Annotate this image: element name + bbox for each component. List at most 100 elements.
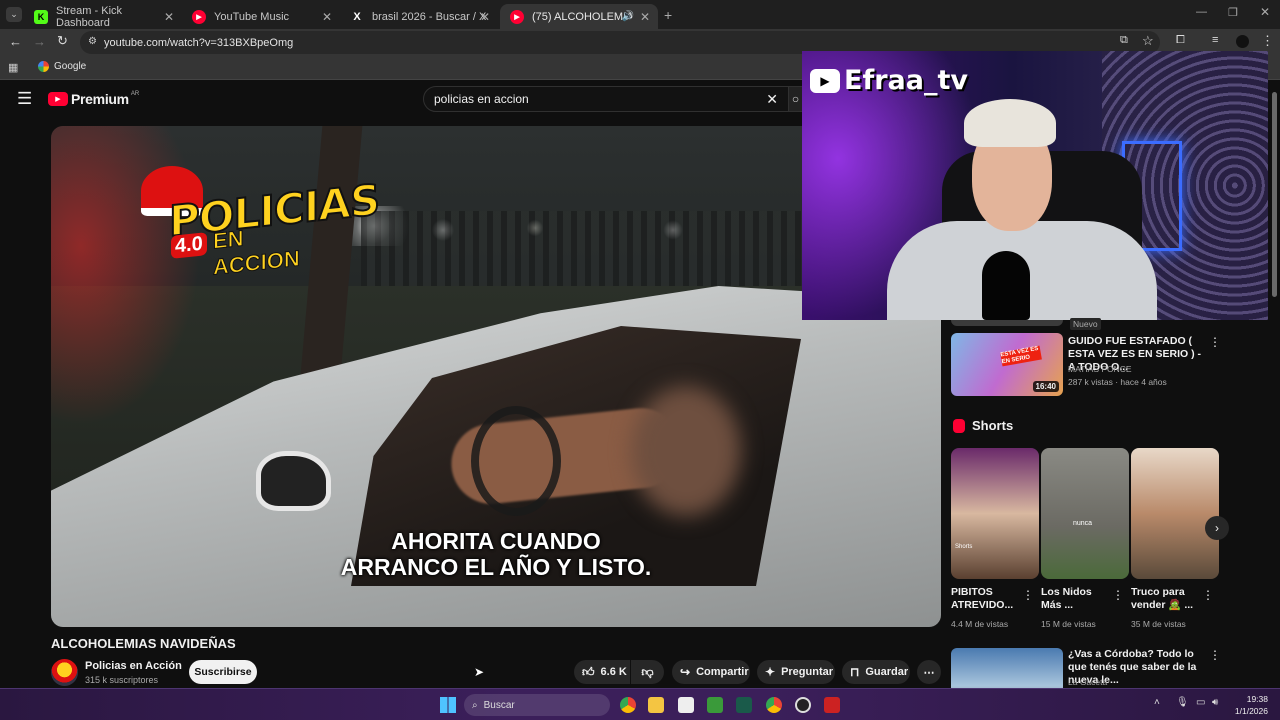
dislike-button[interactable]: 👎︎ [631, 660, 664, 684]
close-tab-icon[interactable]: ✕ [480, 10, 490, 24]
logo-text: Premium [71, 91, 129, 107]
share-button[interactable]: ↪ Compartir [672, 660, 750, 684]
tray-chevron-icon[interactable]: ˄ [1154, 697, 1160, 708]
minecraft-icon[interactable] [707, 697, 723, 713]
minimize-button[interactable]: — [1196, 6, 1207, 18]
media-control-icon[interactable]: ≡ [1212, 34, 1218, 46]
short-item[interactable]: Truco para vender 🧟 ... 35 M de vistas ⋮ [1131, 448, 1219, 633]
shorts-next-button[interactable]: › [1205, 516, 1229, 540]
browser-menu-icon[interactable]: ⋮ [1261, 33, 1274, 49]
search-label: Buscar [483, 699, 515, 711]
channel-avatar[interactable] [51, 659, 78, 686]
baseball-cap [964, 99, 1056, 147]
speaker-icon[interactable]: 🔊 [622, 11, 634, 22]
more-options-icon[interactable]: ⋮ [1202, 588, 1214, 602]
sidebar-video-item[interactable]: ¿Vas a Córdoba? Todo lo que tenés que sa… [951, 648, 1231, 688]
thumbs-up-icon: 👍︎ [582, 664, 595, 679]
network-icon[interactable]: ▭ [1196, 697, 1205, 708]
tab-kick[interactable]: K Stream - Kick Dashboard ✕ [24, 4, 182, 29]
ask-button[interactable]: ✦ Preguntar [757, 660, 835, 684]
restore-button[interactable]: ❐ [1228, 6, 1238, 19]
browser-tab-bar: ⌄ K Stream - Kick Dashboard ✕ ▶ YouTube … [0, 0, 1280, 29]
more-options-icon[interactable]: ⋮ [1022, 588, 1034, 602]
file-explorer-icon[interactable] [648, 697, 664, 713]
bookmark-star-icon[interactable]: ☆ [1142, 33, 1154, 49]
chrome-icon[interactable] [620, 697, 636, 713]
search-button[interactable]: ○ [789, 86, 803, 112]
taskbar-search[interactable]: ⌕ Buscar [464, 694, 610, 716]
windows-start-icon[interactable] [440, 697, 456, 713]
clear-search-icon[interactable]: ✕ [766, 91, 778, 108]
tab-x[interactable]: X brasil 2026 - Buscar / X ✕ [340, 4, 498, 29]
reload-icon[interactable]: ↻ [57, 33, 68, 49]
profile-avatar[interactable] [1236, 35, 1249, 48]
more-options-icon[interactable]: ⋮ [1209, 648, 1221, 662]
blurred-face [631, 386, 741, 516]
like-count: 6.6 K [600, 666, 627, 678]
extensions-icon[interactable]: ⧠ [1176, 34, 1185, 47]
save-button[interactable]: ⊓ Guardar [842, 660, 910, 684]
menu-icon[interactable]: ☰ [17, 89, 32, 109]
close-tab-icon[interactable]: ✕ [164, 10, 174, 24]
short-tag: Shorts [955, 544, 973, 550]
more-actions-button[interactable]: ⋯ [917, 660, 941, 684]
more-options-icon[interactable]: ⋮ [1112, 588, 1124, 602]
channel-name: MATIAS PONCE [1068, 364, 1132, 374]
steering-wheel [471, 406, 561, 516]
clock-date[interactable]: 1/1/2026 [1230, 706, 1268, 716]
duration-badge: 16:40 [1032, 381, 1059, 392]
tab-list-dropdown[interactable]: ⌄ [6, 7, 22, 22]
short-views: 15 M de vistas [1041, 619, 1096, 629]
short-thumbnail: Shorts [951, 448, 1039, 579]
tab-youtube-video[interactable]: ▶ (75) ALCOHOLEMIAS NAVID 🔊 ✕ [500, 4, 658, 29]
streamer-tag: ▶ Efraa_tv [810, 65, 968, 96]
shorts-icon [953, 418, 965, 433]
back-icon[interactable]: ← [9, 34, 22, 49]
channel-name[interactable]: Policias en Acción [85, 660, 182, 672]
chrome-profile-icon[interactable] [766, 697, 782, 713]
tab-youtube-music[interactable]: ▶ YouTube Music ✕ [182, 4, 340, 29]
obs-icon[interactable] [795, 697, 811, 713]
video-title: ALCOHOLEMIAS NAVIDEÑAS [51, 636, 236, 651]
show-logo: POLICIAS 4.0 EN ACCION [101, 166, 380, 280]
more-icon: ⋯ [923, 666, 935, 679]
close-tab-icon[interactable]: ✕ [322, 10, 332, 24]
webcam-overlay: ▶ Efraa_tv [802, 51, 1268, 320]
microphone [982, 251, 1030, 320]
bookmark-google[interactable]: Google [38, 61, 86, 72]
video-thumbnail [951, 648, 1063, 688]
more-options-icon[interactable]: ⋮ [1209, 335, 1221, 349]
scrollbar[interactable] [1272, 92, 1277, 297]
caption-line-2: ARRANCO EL AÑO Y LISTO. [340, 554, 652, 580]
volume-icon[interactable]: 🔊︎ [1212, 697, 1218, 708]
app-icon[interactable] [736, 697, 752, 713]
store-icon[interactable] [678, 697, 694, 713]
close-window-button[interactable]: ✕ [1260, 5, 1270, 19]
save-label: Guardar [865, 666, 909, 678]
clock-time[interactable]: 19:38 [1242, 694, 1268, 704]
apps-grid-icon[interactable]: ▦ [8, 61, 18, 74]
tab-label: YouTube Music [214, 10, 290, 23]
youtube-premium-logo[interactable]: ▶ Premium AR [48, 91, 139, 107]
caption-line-1: AHORITA CUANDO [391, 528, 601, 554]
microphone-icon[interactable]: 🎙︎ [1176, 697, 1189, 708]
forward-icon[interactable]: → [33, 34, 46, 49]
short-item[interactable]: nunca Los Nidos Más ... 15 M de vistas ⋮ [1041, 448, 1129, 633]
like-button[interactable]: 👍︎ 6.6 K [574, 660, 630, 684]
tab-label: Stream - Kick Dashboard [56, 4, 123, 29]
new-tab-button[interactable]: + [664, 7, 672, 23]
sidebar-video-item[interactable]: ESTA VEZ ES EN SERIO 16:40 GUIDO FUE EST… [951, 333, 1231, 399]
install-icon[interactable]: ⧉ [1120, 34, 1128, 47]
tab-label: (75) ALCOHOLEMIAS NAVID [532, 10, 632, 23]
short-item[interactable]: Shorts PIBITOS ATREVIDO... 4.4 M de vist… [951, 448, 1039, 633]
youtube-music-icon: ▶ [192, 9, 206, 24]
recording-app-icon[interactable] [824, 697, 840, 713]
site-info-icon[interactable]: ⚙ [88, 36, 97, 47]
close-tab-icon[interactable]: ✕ [640, 10, 650, 24]
short-views: 4.4 M de vistas [951, 619, 1009, 629]
ask-label: Preguntar [781, 666, 834, 678]
url-text: youtube.com/watch?v=313BXBpeOmg [104, 36, 294, 49]
video-thumbnail: ESTA VEZ ES EN SERIO 16:40 [951, 333, 1063, 396]
subscribe-button[interactable]: Suscribirse [189, 660, 257, 684]
search-input[interactable]: policias en accion ✕ [423, 86, 789, 112]
